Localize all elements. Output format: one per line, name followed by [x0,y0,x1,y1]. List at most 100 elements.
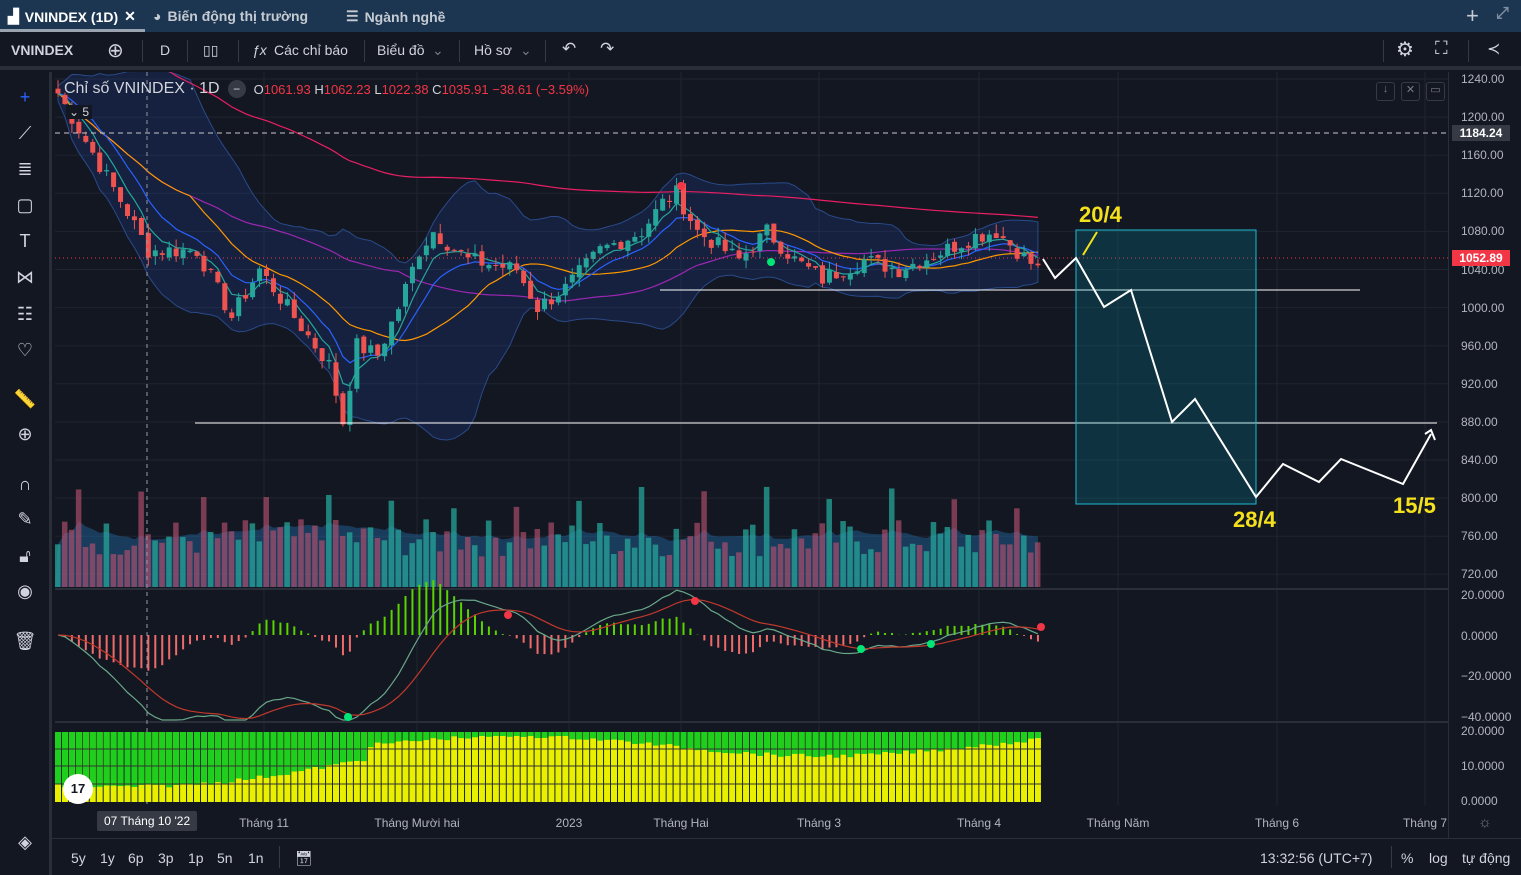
volume-bar [444,531,450,587]
pattern-icon[interactable]: ⋈ [13,265,37,289]
chart-type-dropdown[interactable]: Biểu đồ [377,42,424,58]
ruler-icon[interactable]: 📏 [13,387,37,411]
close-icon[interactable]: ✕ [124,8,136,25]
forecast-icon[interactable]: ☷ [13,302,37,326]
zoom-in-icon[interactable]: ⊕ [13,422,37,446]
range-3m[interactable]: 3p [158,850,174,866]
volume-bar [562,542,568,587]
range-1m[interactable]: 1p [188,850,204,866]
maximize-icon[interactable]: ▭ [1426,82,1445,101]
percent-toggle[interactable]: % [1401,850,1413,866]
range-5y[interactable]: 5y [71,850,86,866]
candle-body [166,247,172,258]
drawing-toolbar: + ⟋ ≣ ▢ T ⋈ ☷ ♡ 📏 ⊕ ∩ ✎ 🔓︎ ◉ 🗑︎ ◈ [0,72,52,875]
pane3-bar-green [145,732,152,785]
eye-icon[interactable]: ◉ [13,579,37,603]
tab-market-movement[interactable]: ◕ Biến động thị trường [153,8,308,24]
candle-body [375,344,381,356]
pane3-bar-green [416,732,423,742]
pane3-bar-green [374,732,381,743]
lock-icon[interactable]: 🔓︎ [13,544,37,568]
trendline-icon[interactable]: ⟋ [13,121,37,145]
pane3-bar-green [214,732,221,783]
collapse-icon[interactable]: ✕ [1401,82,1420,101]
goto-date-icon[interactable]: 📅︎ [295,850,313,867]
pane3-bar-green [367,732,374,748]
settings-gear-icon[interactable]: ⚙ [1396,37,1414,62]
price-tick: 880.00 [1461,414,1498,429]
add-tab-icon[interactable]: + [1466,3,1479,29]
range-1d[interactable]: 1n [248,850,264,866]
crosshair-icon[interactable]: + [13,85,37,109]
volume-bar [784,548,791,587]
pane3-bar-green [944,732,951,749]
candle-body [284,299,290,306]
price-axis[interactable]: 1240.00 1200.00 1160.00 1120.00 1080.00 1040.… [1448,72,1521,838]
volume-bar [597,523,603,587]
pane3-bar-green [402,732,409,741]
volume-bar [221,522,228,587]
interval-button[interactable]: D [160,42,170,58]
annotation-label: 15/5 [1393,493,1436,518]
compare-add-icon[interactable]: ⊕ [107,38,124,63]
candle-body [972,233,978,249]
macd-cross-dot [691,597,699,605]
volume-bar [472,545,478,587]
clock-time[interactable]: 13:32:56 (UTC+7) [1260,850,1372,866]
redo-icon[interactable]: ↷ [600,39,614,59]
pane3-bar-yellow [402,732,409,802]
range-6m[interactable]: 6p [128,850,144,866]
time-tick: Tháng 7 [1402,816,1448,830]
range-5d[interactable]: 5n [217,850,233,866]
profile-dropdown[interactable]: Hồ sơ [474,42,512,58]
candles-icon[interactable]: ▯▯ [203,42,218,59]
share-icon[interactable]: ≺ [1487,39,1500,59]
heart-icon[interactable]: ♡ [13,338,37,362]
tab-industry[interactable]: ☰ Ngành nghề [346,8,445,25]
volume-bar [645,537,652,587]
indicators-button[interactable]: Các chỉ báo [274,42,348,58]
pane3-bar-yellow [395,732,402,802]
lock-draw-icon[interactable]: ✎ [13,507,37,531]
log-toggle[interactable]: log [1429,850,1448,866]
price-badge: 1052.89 [1452,250,1510,266]
macd-tick: 20.0000 [1461,588,1505,602]
candle-body [152,250,158,257]
arrow-down-icon[interactable]: ↓ [1376,82,1395,101]
tradingview-logo[interactable]: 17 [63,774,93,804]
tab-vnindex[interactable]: ▟ VNINDEX (1D) ✕ [8,8,136,25]
volume-bar [736,552,742,587]
pane3-bar-green [305,732,312,769]
expand-icon[interactable]: ⤢ [1496,5,1509,23]
text-icon[interactable]: T [13,229,37,253]
pane3-bar-yellow [624,732,631,802]
magnet-icon[interactable]: ∩ [13,472,37,496]
candle-body [465,253,471,258]
candle-body [347,390,353,425]
pane3-tick: 20.0000 [1461,724,1505,738]
chart-canvas[interactable] [55,72,1448,838]
axis-settings-icon[interactable]: ☼ [1478,814,1492,831]
pane3-bar-green [520,732,527,737]
range-1y[interactable]: 1y [100,850,115,866]
fib-lines-icon[interactable]: ≣ [13,157,37,181]
candle-body [542,298,547,310]
candle-body [875,255,881,258]
auto-toggle[interactable]: tự động [1462,850,1510,866]
symbol-button[interactable]: VNINDEX [11,42,73,58]
pane3-bar-green [110,732,117,786]
hide-legend-icon[interactable]: − [227,80,246,98]
candle-body [833,272,839,279]
pane3-bar-green [631,732,638,745]
layers-icon[interactable]: ◈ [13,830,37,854]
volume-bar [840,521,846,587]
candle-body [493,264,499,266]
volume-bar [284,522,290,587]
pane3-bar-green [1021,732,1028,743]
rectangle-icon[interactable]: ▢ [13,193,37,217]
volume-bar [138,491,144,587]
indicators-collapse-toggle[interactable]: ⌄ 5 [66,105,93,119]
undo-icon[interactable]: ↶ [562,39,576,59]
trash-icon[interactable]: 🗑︎ [13,629,37,653]
fullscreen-icon[interactable]: ⛶ [1435,38,1448,59]
